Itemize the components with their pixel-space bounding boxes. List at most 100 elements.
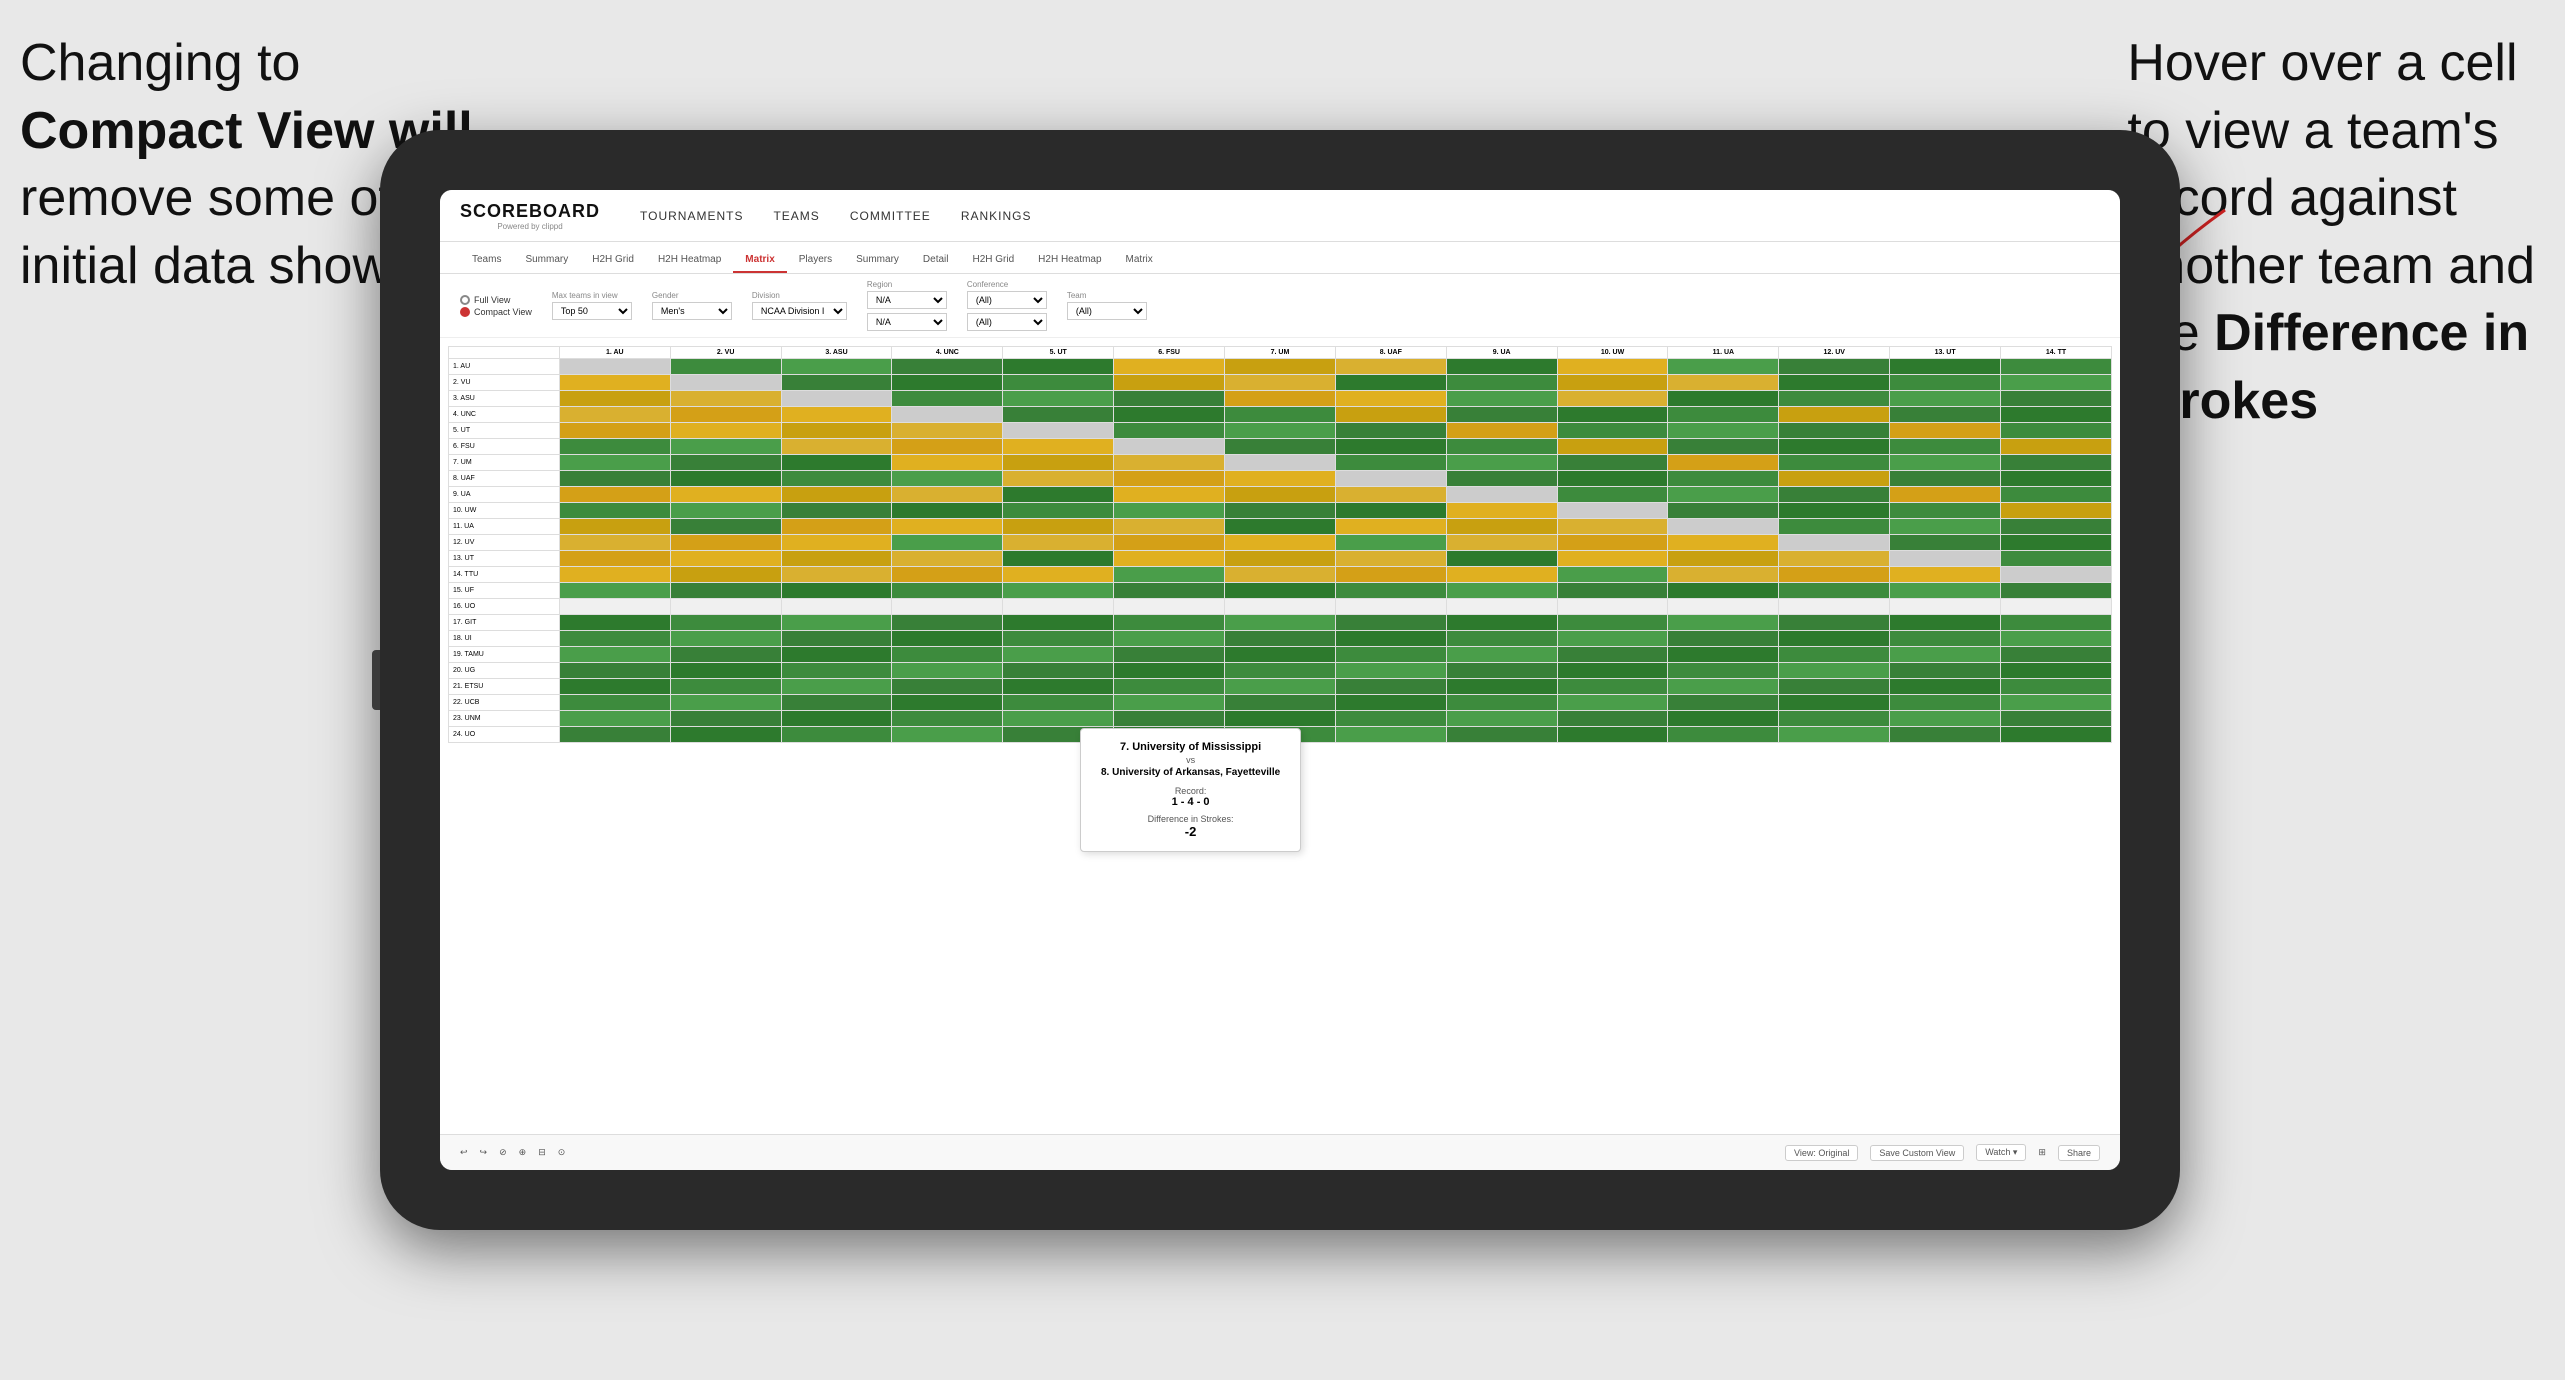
matrix-cell[interactable] xyxy=(670,679,781,695)
matrix-cell[interactable] xyxy=(2001,487,2112,503)
matrix-cell[interactable] xyxy=(1335,631,1446,647)
matrix-cell[interactable] xyxy=(1335,359,1446,375)
matrix-cell[interactable] xyxy=(1335,647,1446,663)
matrix-cell[interactable] xyxy=(670,727,781,743)
matrix-cell[interactable] xyxy=(892,567,1003,583)
matrix-cell[interactable] xyxy=(2001,615,2112,631)
matrix-cell[interactable] xyxy=(781,663,892,679)
matrix-cell[interactable] xyxy=(559,647,670,663)
matrix-cell[interactable] xyxy=(670,375,781,391)
matrix-cell[interactable] xyxy=(1335,407,1446,423)
matrix-cell[interactable] xyxy=(2001,663,2112,679)
matrix-cell[interactable] xyxy=(1003,519,1114,535)
matrix-cell[interactable] xyxy=(892,551,1003,567)
matrix-cell[interactable] xyxy=(1890,375,2001,391)
matrix-cell[interactable] xyxy=(1890,583,2001,599)
matrix-cell[interactable] xyxy=(1225,439,1336,455)
matrix-cell[interactable] xyxy=(1225,407,1336,423)
matrix-cell[interactable] xyxy=(1890,647,2001,663)
matrix-cell[interactable] xyxy=(1114,519,1225,535)
matrix-cell[interactable] xyxy=(1114,359,1225,375)
matrix-cell[interactable] xyxy=(1668,695,1779,711)
matrix-cell[interactable] xyxy=(1779,615,1890,631)
matrix-cell[interactable] xyxy=(1114,599,1225,615)
matrix-cell[interactable] xyxy=(1446,583,1557,599)
matrix-cell[interactable] xyxy=(1557,439,1668,455)
matrix-cell[interactable] xyxy=(1779,711,1890,727)
toolbar-icon2[interactable]: ⊕ xyxy=(519,1147,527,1158)
matrix-cell[interactable] xyxy=(1114,439,1225,455)
matrix-cell[interactable] xyxy=(2001,727,2112,743)
matrix-cell[interactable] xyxy=(1446,551,1557,567)
matrix-cell[interactable] xyxy=(1779,631,1890,647)
matrix-cell[interactable] xyxy=(1114,647,1225,663)
matrix-cell[interactable] xyxy=(1557,615,1668,631)
matrix-cell[interactable] xyxy=(1557,631,1668,647)
matrix-cell[interactable] xyxy=(1335,439,1446,455)
matrix-cell[interactable] xyxy=(781,679,892,695)
toolbar-icon5[interactable]: ⊞ xyxy=(2038,1147,2046,1158)
matrix-cell[interactable] xyxy=(1225,599,1336,615)
toolbar-view-original[interactable]: View: Original xyxy=(1785,1145,1858,1161)
matrix-cell[interactable] xyxy=(1003,487,1114,503)
matrix-cell[interactable] xyxy=(1779,567,1890,583)
matrix-cell[interactable] xyxy=(1779,359,1890,375)
matrix-cell[interactable] xyxy=(1557,647,1668,663)
matrix-cell[interactable] xyxy=(1446,439,1557,455)
matrix-cell[interactable] xyxy=(670,487,781,503)
matrix-cell[interactable] xyxy=(781,359,892,375)
matrix-cell[interactable] xyxy=(1557,535,1668,551)
matrix-cell[interactable] xyxy=(1225,535,1336,551)
matrix-cell[interactable] xyxy=(1446,567,1557,583)
matrix-cell[interactable] xyxy=(892,647,1003,663)
matrix-cell[interactable] xyxy=(781,583,892,599)
matrix-cell[interactable] xyxy=(1446,391,1557,407)
matrix-cell[interactable] xyxy=(892,439,1003,455)
matrix-cell[interactable] xyxy=(1779,487,1890,503)
matrix-cell[interactable] xyxy=(1446,535,1557,551)
matrix-cell[interactable] xyxy=(892,423,1003,439)
matrix-cell[interactable] xyxy=(2001,471,2112,487)
matrix-cell[interactable] xyxy=(781,391,892,407)
tab-h2h-grid-1[interactable]: H2H Grid xyxy=(580,248,646,273)
matrix-cell[interactable] xyxy=(1779,423,1890,439)
matrix-cell[interactable] xyxy=(1114,391,1225,407)
matrix-cell[interactable] xyxy=(1225,567,1336,583)
toolbar-save-custom[interactable]: Save Custom View xyxy=(1870,1145,1964,1161)
matrix-cell[interactable] xyxy=(1779,439,1890,455)
matrix-cell[interactable] xyxy=(1557,711,1668,727)
matrix-cell[interactable] xyxy=(1114,407,1225,423)
matrix-cell[interactable] xyxy=(1003,391,1114,407)
matrix-cell[interactable] xyxy=(892,535,1003,551)
matrix-cell[interactable] xyxy=(1890,695,2001,711)
matrix-cell[interactable] xyxy=(1335,583,1446,599)
matrix-cell[interactable] xyxy=(1446,471,1557,487)
matrix-cell[interactable] xyxy=(781,535,892,551)
matrix-cell[interactable] xyxy=(892,711,1003,727)
matrix-cell[interactable] xyxy=(559,535,670,551)
matrix-cell[interactable] xyxy=(1779,663,1890,679)
matrix-cell[interactable] xyxy=(1779,391,1890,407)
matrix-cell[interactable] xyxy=(1779,471,1890,487)
toolbar-watch[interactable]: Watch ▾ xyxy=(1976,1144,2026,1161)
toolbar-icon4[interactable]: ⊙ xyxy=(558,1147,566,1158)
matrix-cell[interactable] xyxy=(1668,551,1779,567)
matrix-cell[interactable] xyxy=(559,375,670,391)
matrix-cell[interactable] xyxy=(1668,583,1779,599)
matrix-cell[interactable] xyxy=(559,519,670,535)
matrix-cell[interactable] xyxy=(559,711,670,727)
matrix-cell[interactable] xyxy=(1668,599,1779,615)
matrix-cell[interactable] xyxy=(1890,391,2001,407)
matrix-cell[interactable] xyxy=(1003,375,1114,391)
division-select[interactable]: NCAA Division I xyxy=(752,302,847,320)
matrix-cell[interactable] xyxy=(1003,647,1114,663)
matrix-cell[interactable] xyxy=(1446,695,1557,711)
matrix-cell[interactable] xyxy=(781,439,892,455)
matrix-cell[interactable] xyxy=(1779,551,1890,567)
matrix-cell[interactable] xyxy=(1557,391,1668,407)
matrix-cell[interactable] xyxy=(1225,647,1336,663)
matrix-cell[interactable] xyxy=(781,695,892,711)
matrix-cell[interactable] xyxy=(781,647,892,663)
matrix-cell[interactable] xyxy=(670,407,781,423)
tab-summary-1[interactable]: Summary xyxy=(513,248,580,273)
